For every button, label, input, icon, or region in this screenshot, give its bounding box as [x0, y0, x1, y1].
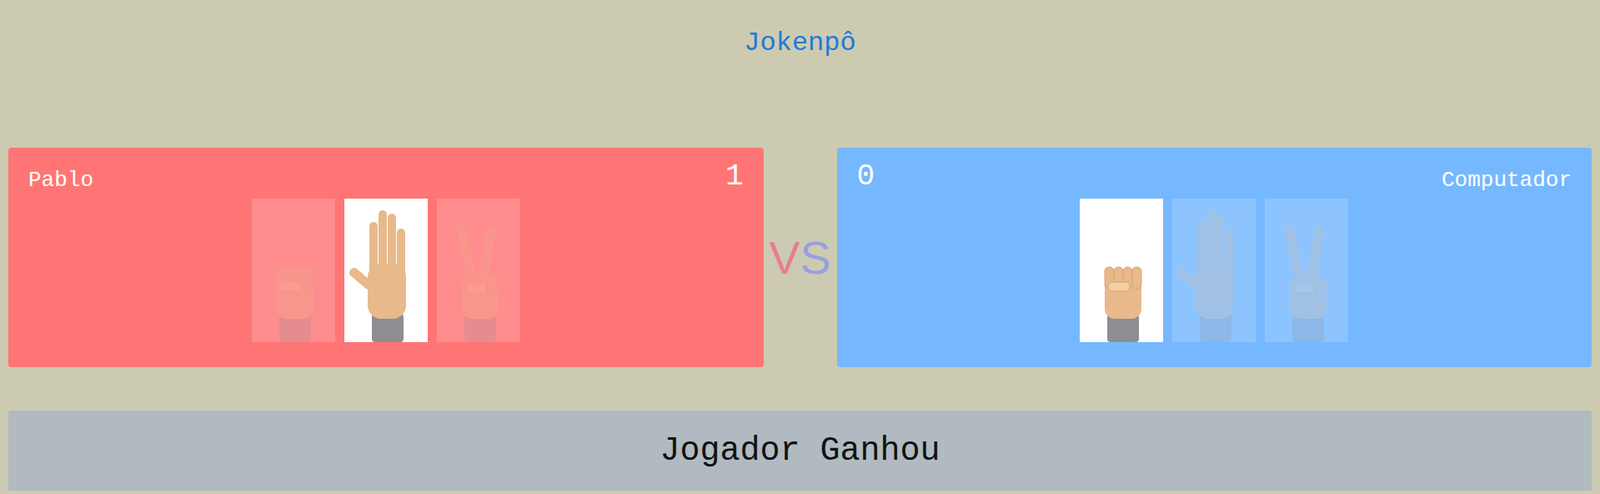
versus-label: VS: [763, 147, 838, 367]
choice-list: [857, 198, 1573, 342]
computer-score: 0: [857, 159, 876, 194]
scissors-hand-icon: [436, 198, 521, 342]
player-score: 1: [725, 159, 744, 194]
paper-hand-icon: [344, 198, 428, 342]
rock-hand-icon: [251, 198, 336, 342]
versus-text: VS: [768, 230, 832, 285]
choice-card[interactable]: [1172, 198, 1256, 342]
choice-card[interactable]: [1079, 198, 1164, 342]
choice-list: [28, 198, 744, 342]
computer-panel: 0 Computador: [837, 147, 1593, 367]
choice-card[interactable]: [251, 198, 336, 342]
arena: Pablo 1 VS 0 Computador: [8, 147, 1592, 367]
player-name: Pablo: [28, 159, 94, 193]
scissors-hand-icon: [1264, 198, 1349, 342]
choice-card[interactable]: [436, 198, 521, 342]
rock-hand-icon: [1079, 198, 1164, 342]
choice-card[interactable]: [344, 198, 428, 342]
game-title: Jokenpô: [8, 0, 1592, 61]
panel-header: Pablo 1: [28, 159, 744, 199]
panel-header: 0 Computador: [857, 159, 1573, 199]
player-panel: Pablo 1: [8, 147, 764, 367]
result-banner: Jogador Ganhou: [8, 410, 1592, 491]
computer-name: Computador: [1441, 159, 1572, 193]
paper-hand-icon: [1172, 198, 1256, 342]
choice-card[interactable]: [1264, 198, 1349, 342]
